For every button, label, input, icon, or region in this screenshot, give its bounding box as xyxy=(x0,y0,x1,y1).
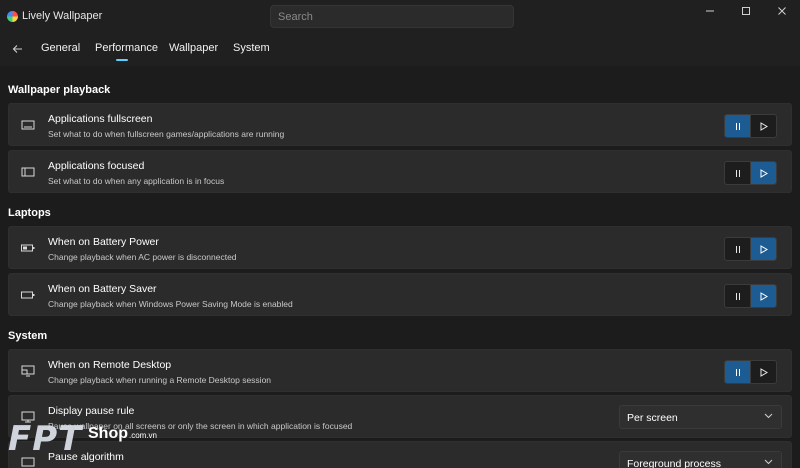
pause-icon xyxy=(735,169,740,177)
play-option[interactable] xyxy=(750,238,776,260)
playback-toggle xyxy=(724,237,777,261)
search-input[interactable] xyxy=(271,6,513,27)
setting-battery-saver: When on Battery Saver Change playback wh… xyxy=(8,273,792,316)
setting-description: Change playback when AC power is disconn… xyxy=(48,252,237,262)
watermark-domain-text: .com.vn xyxy=(129,431,158,440)
pause-option[interactable] xyxy=(725,162,750,184)
play-option[interactable] xyxy=(750,162,776,184)
maximize-icon xyxy=(742,7,750,15)
maximize-button[interactable] xyxy=(728,0,764,22)
setting-battery-power: When on Battery Power Change playback wh… xyxy=(8,226,792,269)
setting-applications-fullscreen: Applications fullscreen Set what to do w… xyxy=(8,103,792,146)
play-icon xyxy=(760,168,768,178)
pause-option[interactable] xyxy=(725,361,751,383)
fpt-logo: FPT xyxy=(8,419,83,459)
setting-applications-focused: Applications focused Set what to do when… xyxy=(8,150,792,193)
watermark-shop-text: Shop xyxy=(88,425,128,442)
playback-toggle xyxy=(724,360,777,384)
back-button[interactable] xyxy=(9,41,25,57)
section-title-system: System xyxy=(8,330,48,342)
settings-content: Wallpaper playback Applications fullscre… xyxy=(0,66,800,468)
remote-desktop-icon xyxy=(20,363,36,379)
close-button[interactable] xyxy=(764,0,800,22)
setting-title: Applications focused xyxy=(48,160,145,172)
title-bar: Lively Wallpaper xyxy=(0,0,800,34)
battery-icon xyxy=(20,240,36,256)
back-arrow-icon xyxy=(12,45,22,53)
fullscreen-icon xyxy=(20,117,36,133)
pause-option[interactable] xyxy=(725,238,750,260)
chevron-down-icon xyxy=(764,459,773,465)
setting-title: Display pause rule xyxy=(48,405,135,417)
pause-icon xyxy=(735,122,740,130)
setting-description: Set what to do when fullscreen games/app… xyxy=(48,129,285,139)
play-icon xyxy=(760,244,768,254)
chevron-down-icon xyxy=(764,413,773,419)
pause-icon xyxy=(735,245,740,253)
play-icon xyxy=(760,367,768,377)
setting-title: When on Remote Desktop xyxy=(48,359,172,371)
setting-remote-desktop: When on Remote Desktop Change playback w… xyxy=(8,349,792,392)
play-option[interactable] xyxy=(750,285,776,307)
pause-option[interactable] xyxy=(725,285,750,307)
minimize-button[interactable] xyxy=(692,0,728,22)
window-controls xyxy=(692,0,800,22)
tab-system[interactable]: System xyxy=(233,42,270,54)
play-option[interactable] xyxy=(751,361,776,383)
setting-description: Change playback when running a Remote De… xyxy=(48,375,272,385)
pause-algorithm-dropdown[interactable]: Foreground process xyxy=(619,451,782,468)
tab-performance[interactable]: Performance xyxy=(95,42,158,54)
active-tab-indicator xyxy=(116,59,128,61)
setting-title: When on Battery Power xyxy=(48,236,159,248)
setting-description: Set what to do when any application is i… xyxy=(48,176,225,186)
playback-toggle xyxy=(724,114,777,138)
tab-wallpaper[interactable]: Wallpaper xyxy=(169,42,218,54)
setting-description: Change playback when Windows Power Savin… xyxy=(48,299,293,309)
tab-general[interactable]: General xyxy=(41,42,80,54)
minimize-icon xyxy=(706,10,714,12)
lively-logo-icon xyxy=(7,11,18,22)
app-title: Lively Wallpaper xyxy=(22,10,103,22)
section-title-wallpaper-playback: Wallpaper playback xyxy=(8,84,111,96)
pause-icon xyxy=(735,368,740,376)
window-focus-icon xyxy=(20,164,36,180)
display-pause-rule-dropdown[interactable]: Per screen xyxy=(619,405,782,429)
play-icon xyxy=(760,121,768,131)
playback-toggle xyxy=(724,161,777,185)
setting-title: Applications fullscreen xyxy=(48,113,153,125)
pause-option[interactable] xyxy=(725,115,751,137)
close-icon xyxy=(778,7,786,15)
play-option[interactable] xyxy=(751,115,776,137)
dropdown-value: Foreground process xyxy=(627,458,721,468)
play-icon xyxy=(760,291,768,301)
setting-title: When on Battery Saver xyxy=(48,283,157,295)
search-box[interactable] xyxy=(270,5,514,28)
section-title-laptops: Laptops xyxy=(8,207,51,219)
dropdown-value: Per screen xyxy=(627,412,678,424)
nav-bar: General Performance Wallpaper System xyxy=(0,36,800,64)
battery-saver-icon xyxy=(20,287,36,303)
playback-toggle xyxy=(724,284,777,308)
pause-icon xyxy=(735,292,740,300)
app-window: Lively Wallpaper General Performance Wal… xyxy=(0,0,800,468)
fptshop-watermark: FPT Shop .com.vn xyxy=(8,419,178,461)
